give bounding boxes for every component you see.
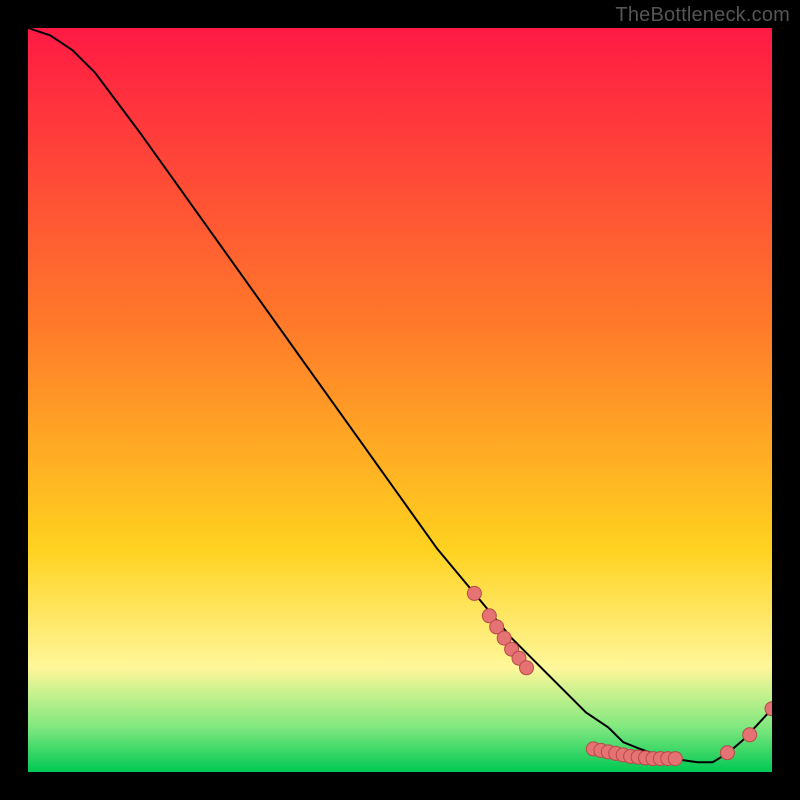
- chart-stage: TheBottleneck.com: [0, 0, 800, 800]
- data-point: [743, 728, 757, 742]
- data-point: [520, 661, 534, 675]
- chart-svg: [28, 28, 772, 772]
- watermark-text: TheBottleneck.com: [615, 4, 790, 27]
- data-point: [668, 752, 682, 766]
- data-point: [720, 746, 734, 760]
- gradient-background: [28, 28, 772, 772]
- data-point: [467, 586, 481, 600]
- plot-area: [28, 28, 772, 772]
